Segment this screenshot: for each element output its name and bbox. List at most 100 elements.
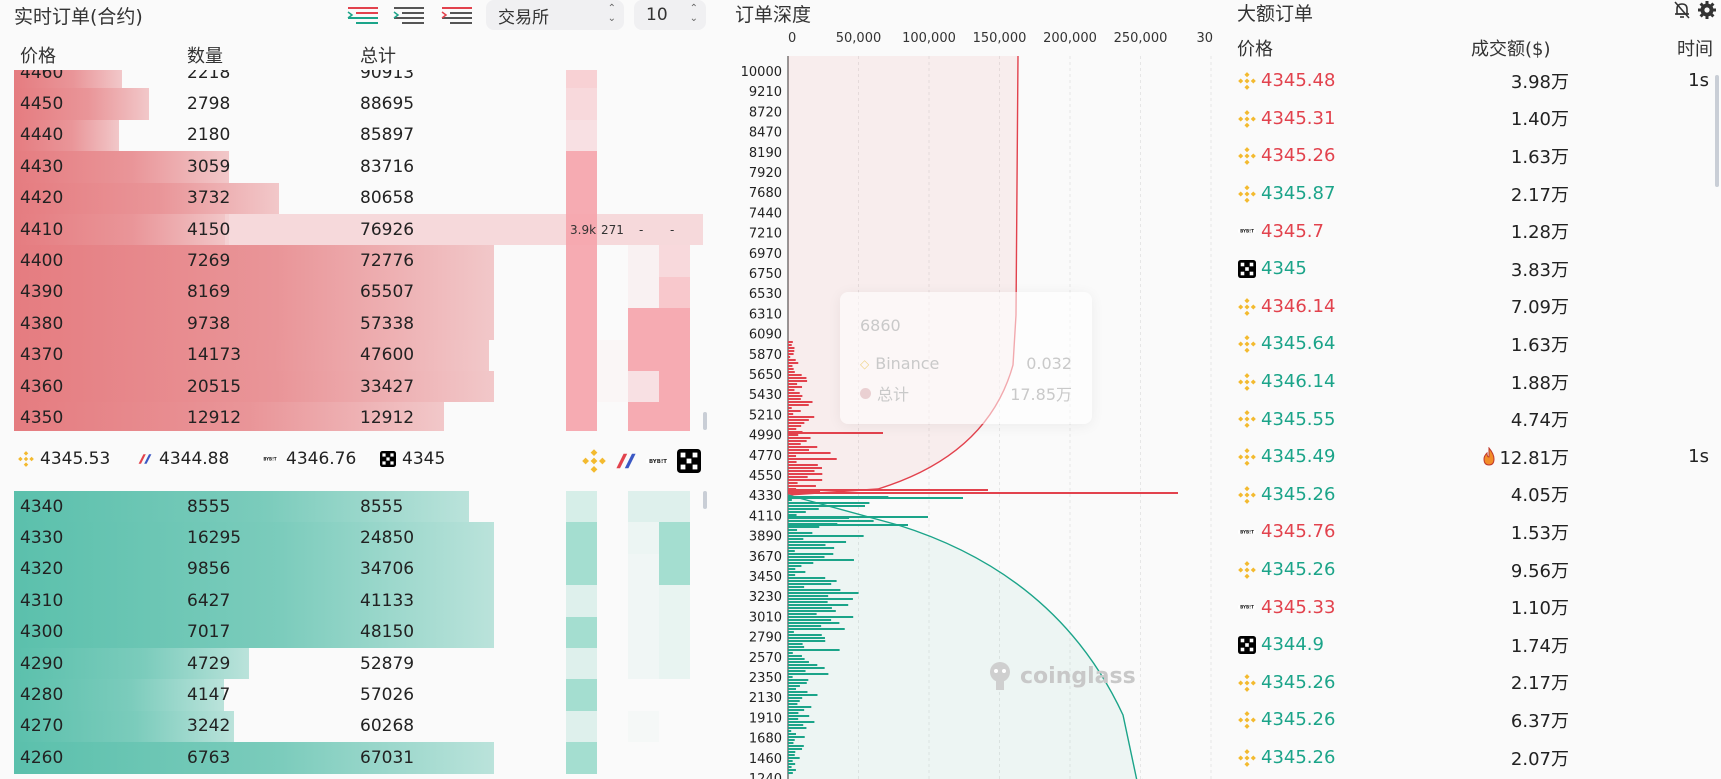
depth-y-tick: 7210 <box>749 227 782 242</box>
svg-text:BYB!T: BYB!T <box>1240 229 1254 234</box>
large-order-row[interactable]: BYB!T 4345.33 1.10万 <box>1213 588 1721 626</box>
depth-select[interactable]: 10 ⌃ ⌄ <box>634 0 706 30</box>
large-orders-header-time: 时间 <box>1677 39 1713 60</box>
ask-depth-bar <box>788 432 883 434</box>
large-order-amount: 2.17万 <box>1511 664 1569 702</box>
large-order-row[interactable]: 4345.26 2.07万 <box>1213 739 1721 777</box>
bid-depth-bar <box>788 715 810 717</box>
large-order-price: 4345.31 <box>1261 107 1336 129</box>
ask-depth-bar <box>788 492 1178 494</box>
bid-depth-bar <box>788 613 817 615</box>
column-header-total: 总计 <box>360 46 396 67</box>
ask-row[interactable]: 4460 2218 90913 <box>0 70 715 89</box>
bid-depth-bar <box>788 703 798 705</box>
bid-depth-bar <box>788 760 793 762</box>
bid-depth-bar <box>14 585 494 617</box>
bid-row[interactable]: 4310 6427 41133 <box>0 585 715 617</box>
large-order-row[interactable]: BYB!T 4345.7 1.28万 <box>1213 212 1721 250</box>
ask-row[interactable]: 4350 12912 12912 <box>0 402 715 431</box>
binance-icon: ◇ <box>860 356 870 371</box>
exchange-column-logo[interactable] <box>613 448 639 474</box>
bid-depth-bar <box>788 562 814 564</box>
mute-bell-icon[interactable] <box>1672 0 1692 20</box>
view-asks-icon[interactable] <box>440 4 474 28</box>
bybit-icon: BYB!T <box>1237 530 1257 535</box>
ask-row[interactable]: 4430 3059 83716 <box>0 151 715 183</box>
exchange-select[interactable]: 交易所 ⌃ ⌄ <box>486 0 624 30</box>
large-order-row[interactable]: 4345.64 1.63万 <box>1213 325 1721 363</box>
bid-row[interactable]: 4290 4729 52879 <box>0 647 715 680</box>
bid-depth-bar <box>788 643 803 645</box>
bid-row[interactable]: 4280 4147 57026 <box>0 679 715 711</box>
bid-total: 60268 <box>360 716 415 737</box>
gear-icon[interactable] <box>1697 0 1717 20</box>
large-order-amount: 1.40万 <box>1511 100 1569 138</box>
ask-row[interactable]: 4420 3732 80658 <box>0 182 715 214</box>
large-order-row[interactable]: 4345.49 12.81万 1s <box>1213 438 1721 476</box>
bid-row[interactable]: 4320 9856 34706 <box>0 553 715 586</box>
large-order-row[interactable]: 4345.87 2.17万 <box>1213 175 1721 213</box>
large-order-row[interactable]: BYB!T 4345.76 1.53万 <box>1213 513 1721 551</box>
large-order-row[interactable]: 4345.31 1.40万 <box>1213 100 1721 138</box>
ask-row[interactable]: 4380 9738 57338 <box>0 308 715 340</box>
ask-depth-bar <box>788 392 800 394</box>
ask-row[interactable]: 4370 14173 47600 <box>0 339 715 371</box>
ask-row[interactable]: 4440 2180 85897 <box>0 119 715 152</box>
bid-exchange-cell <box>566 553 597 586</box>
exchange-price-item[interactable]: 4345.53 <box>18 444 110 474</box>
exchange-price-item[interactable]: 4345 <box>380 444 445 474</box>
bid-total: 57026 <box>360 685 415 706</box>
bid-row[interactable]: 4300 7017 48150 <box>0 616 715 648</box>
ask-row[interactable]: 4390 8169 65507 <box>0 276 715 309</box>
ask-row[interactable]: 4360 20515 33427 <box>0 370 715 403</box>
ask-depth-bar <box>788 425 802 427</box>
exchange-column-logo[interactable] <box>676 448 702 474</box>
depth-y-tick: 3450 <box>749 570 782 585</box>
large-order-price: 4345.64 <box>1261 333 1336 355</box>
bid-depth-bar <box>788 526 820 528</box>
bid-row[interactable]: 4330 16295 24850 <box>0 522 715 554</box>
large-order-row[interactable]: 4345.26 2.17万 <box>1213 664 1721 702</box>
ask-row[interactable]: 4400 7269 72776 <box>0 245 715 277</box>
bid-row[interactable]: 4340 8555 8555 <box>0 491 715 523</box>
large-order-row[interactable]: 4345.26 4.05万 <box>1213 476 1721 514</box>
large-order-row[interactable]: 4345.26 6.37万 <box>1213 701 1721 739</box>
exchange-price: 4346.76 <box>286 449 357 469</box>
depth-y-tick: 3230 <box>749 590 782 605</box>
depth-y-tick: 6310 <box>749 307 782 322</box>
exchange-price-item[interactable]: BYB!T 4346.76 <box>260 444 356 474</box>
ask-total: 85897 <box>360 125 415 146</box>
large-order-row[interactable]: 4345 3.83万 <box>1213 250 1721 288</box>
bid-depth-bar <box>788 508 819 510</box>
ask-depth-bar <box>788 476 808 478</box>
large-order-row[interactable]: 4346.14 1.88万 <box>1213 363 1721 401</box>
large-order-row[interactable]: 4345.55 4.74万 <box>1213 400 1721 438</box>
ask-price: 4380 <box>20 313 64 334</box>
large-orders-scrollbar[interactable] <box>1715 75 1719 187</box>
bid-price: 4260 <box>20 747 64 768</box>
large-order-row[interactable]: 4346.14 7.09万 <box>1213 288 1721 326</box>
ask-depth-bar <box>14 245 494 277</box>
binance-icon <box>1238 410 1256 429</box>
depth-x-tick: 0 <box>788 31 796 46</box>
large-order-row[interactable]: 4345.26 1.63万 <box>1213 137 1721 175</box>
ask-row[interactable]: 4450 2798 88695 <box>0 88 715 120</box>
exchange-column-logo[interactable] <box>581 448 607 474</box>
bid-exchange-cell <box>566 679 597 711</box>
large-order-row[interactable]: 4345.26 9.56万 <box>1213 551 1721 589</box>
large-order-row[interactable]: 4345.48 3.98万 1s <box>1213 62 1721 100</box>
large-order-row[interactable]: 4344.9 1.74万 <box>1213 626 1721 664</box>
bid-depth-bar <box>788 514 797 516</box>
ask-row[interactable]: 4410 4150 76926 3.9k 271- - <box>0 213 715 246</box>
view-bids-icon[interactable] <box>392 4 426 28</box>
bids-scrollbar[interactable] <box>703 491 707 509</box>
exchange-price-item[interactable]: 4344.88 <box>137 444 229 474</box>
bid-row[interactable]: 4260 6763 67031 <box>0 742 715 774</box>
coinglass-logo-icon <box>990 662 1010 690</box>
asks-scrollbar[interactable] <box>703 412 707 430</box>
bid-row[interactable]: 4270 3242 60268 <box>0 710 715 743</box>
large-order-amount: 6.37万 <box>1511 701 1569 739</box>
view-both-icon[interactable] <box>346 4 380 28</box>
exchange-column-logo[interactable]: BYB!T <box>645 448 671 474</box>
bid-qty: 8555 <box>187 496 231 517</box>
